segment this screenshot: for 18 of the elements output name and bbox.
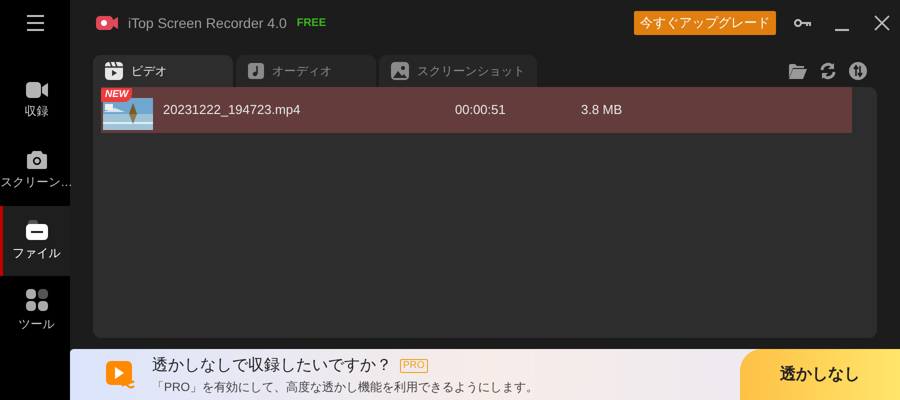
edition-label: FREE xyxy=(296,16,326,31)
file-name: 20231222_194723.mp4 xyxy=(163,101,302,120)
tab[interactable]: オーディオ xyxy=(236,55,376,87)
sidebar-item[interactable]: ファイル xyxy=(0,206,70,276)
file-row[interactable]: NEW 20231222_194723.mp4 00:00:51 3.8 MB xyxy=(101,87,852,133)
tab[interactable]: スクリーンショット xyxy=(379,55,537,87)
file-size: 3.8 MB xyxy=(581,101,622,120)
new-badge: NEW xyxy=(101,88,132,102)
sidebar-item[interactable]: スクリーン… xyxy=(0,136,70,206)
no-watermark-button[interactable]: 透かしなし xyxy=(740,349,900,400)
window-title: iTop Screen Recorder 4.0 xyxy=(128,14,287,33)
sidebar-item[interactable]: ツール xyxy=(0,276,70,346)
banner-subtitle: 「PRO」を有効にして、高度な透かし機能を利用できるようにします。 xyxy=(152,378,540,396)
banner-title: 透かしなしで収録したいですか？ xyxy=(152,356,392,376)
pro-tag: PRO xyxy=(400,358,428,372)
file-duration: 00:00:51 xyxy=(455,101,507,120)
sidebar-item[interactable]: 収録 xyxy=(0,66,70,136)
tab[interactable]: ビデオ xyxy=(93,55,233,87)
